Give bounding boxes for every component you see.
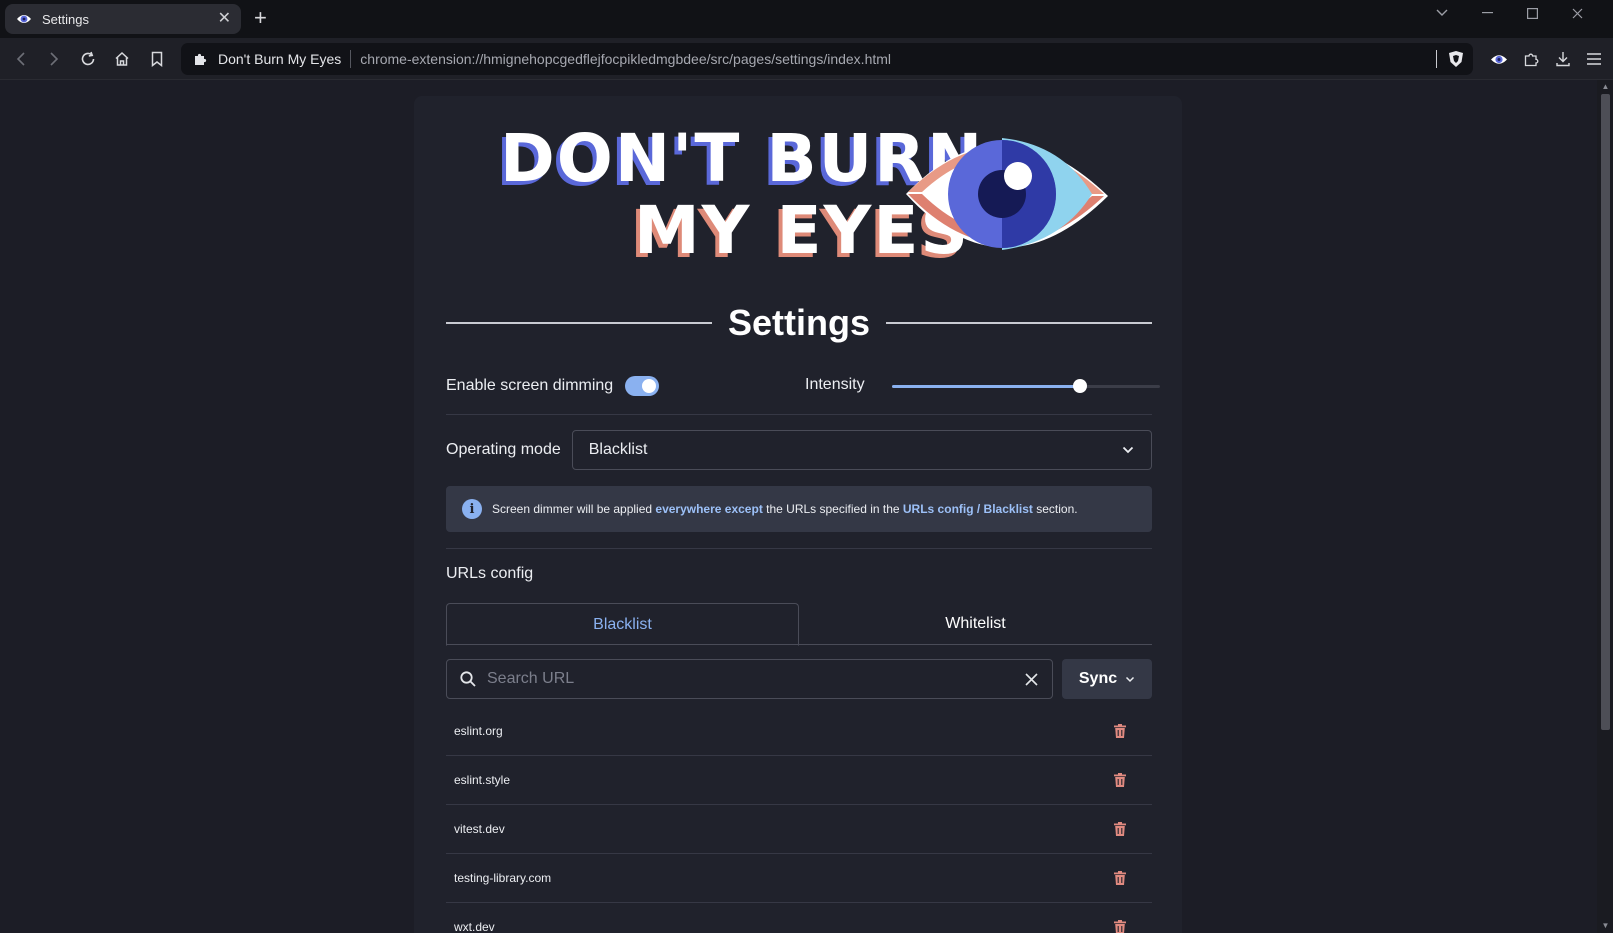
brave-shield-icon[interactable] [1447,50,1465,68]
back-icon[interactable] [9,47,33,71]
url-list: eslint.org eslint.style vitest.dev testi… [446,707,1152,933]
page-scrollbar[interactable]: ▲ ▼ [1597,80,1613,933]
info-text-prefix: Screen dimmer will be applied [492,502,656,516]
operating-mode-label: Operating mode [446,441,561,458]
enable-dimming-toggle[interactable] [625,376,660,396]
download-icon[interactable] [1551,47,1575,71]
slider-fill [892,385,1080,388]
maximize-icon[interactable] [1512,0,1552,26]
puzzle-icon[interactable] [1520,47,1544,71]
menu-icon[interactable] [1582,47,1606,71]
url-text: wxt.dev [454,920,495,933]
slider-thumb[interactable] [1072,379,1087,393]
urls-config-title: URLs config [446,565,534,582]
operating-mode-select[interactable]: Blacklist [571,430,1152,470]
url-text: testing-library.com [454,871,552,885]
page-viewport: DON'T BURN MY EYES Settings Enable scree… [0,80,1613,933]
home-icon[interactable] [110,47,134,71]
chevron-down-icon[interactable] [1422,0,1462,26]
trash-icon[interactable] [1112,821,1128,837]
chevron-down-icon [1121,443,1135,457]
browser-tab[interactable]: Settings ✕ [5,4,241,34]
section-divider [446,414,1152,415]
scrollbar-thumb[interactable] [1601,94,1610,730]
trash-icon[interactable] [1112,919,1128,933]
reload-icon[interactable] [76,47,100,71]
enable-dimming-label: Enable screen dimming [446,377,614,394]
urls-config-tabs: Blacklist Whitelist [446,603,1152,646]
minimize-icon[interactable] [1467,0,1507,26]
clear-icon[interactable] [1022,670,1040,688]
browser-titlebar: Settings ✕ + [0,0,1613,38]
search-input[interactable] [487,670,1022,688]
address-bar[interactable]: Don't Burn My Eyes chrome-extension://hm… [181,43,1473,75]
puzzle-icon [193,51,209,67]
scroll-up-icon[interactable]: ▲ [1601,83,1610,91]
settings-card: DON'T BURN MY EYES Settings Enable scree… [414,96,1182,933]
url-row: wxt.dev [446,903,1152,933]
info-icon: i [462,499,482,519]
chevron-down-icon [1125,674,1135,684]
url-row: eslint.style [446,756,1152,805]
url-text[interactable]: chrome-extension://hmignehopcgedflejfocp… [360,51,1473,67]
toggle-knob [642,379,657,393]
scroll-down-icon[interactable]: ▼ [1601,922,1610,930]
info-message: Screen dimmer will be applied everywhere… [492,502,1078,516]
url-row: vitest.dev [446,805,1152,854]
search-icon [459,670,477,688]
eye-extension-icon[interactable] [1487,47,1511,71]
eye-logo-icon [906,138,1108,250]
url-text: vitest.dev [454,822,505,836]
app-logo: DON'T BURN MY EYES [486,124,1108,270]
intensity-slider[interactable] [892,375,1160,397]
url-row: testing-library.com [446,854,1152,903]
url-row: eslint.org [446,707,1152,756]
settings-heading-row: Settings [446,301,1153,345]
tab-blacklist[interactable]: Blacklist [446,603,799,646]
section-divider [446,548,1152,549]
search-row: Sync [446,659,1152,699]
search-box [446,659,1053,699]
trash-icon[interactable] [1112,772,1128,788]
trash-icon[interactable] [1112,870,1128,886]
bookmark-icon[interactable] [145,47,169,71]
sync-label: Sync [1078,670,1118,687]
dimming-row: Enable screen dimming Intensity [446,371,1160,401]
url-text: eslint.org [454,724,503,738]
heading-rule-left [446,322,712,324]
page-title: Settings [728,302,871,343]
omnibox-divider [1436,50,1437,68]
window-close-icon[interactable] [1557,0,1597,26]
info-text-section-link: URLs config / Blacklist [902,502,1033,516]
operating-mode-row: Operating mode Blacklist [446,430,1152,470]
browser-toolbar: Don't Burn My Eyes chrome-extension://hm… [0,38,1613,80]
heading-rule-right [886,322,1153,324]
forward-icon[interactable] [42,47,66,71]
sync-button[interactable]: Sync [1062,659,1152,699]
info-text-emphasis: everywhere except [655,502,763,516]
operating-mode-value: Blacklist [588,441,648,458]
eye-favicon-icon [15,10,33,28]
info-text-suffix: section. [1032,502,1078,516]
info-alert: i Screen dimmer will be applied everywhe… [446,486,1152,532]
plus-icon[interactable]: + [254,7,267,29]
url-text: eslint.style [454,773,511,787]
tab-whitelist[interactable]: Whitelist [799,603,1152,645]
info-text-middle: the URLs specified in the [762,502,903,516]
trash-icon[interactable] [1112,723,1128,739]
site-name: Don't Burn My Eyes [218,51,342,67]
close-icon[interactable]: ✕ [218,11,231,27]
omnibox-separator [350,50,352,68]
tab-title: Settings [42,11,89,27]
intensity-label: Intensity [805,376,865,393]
